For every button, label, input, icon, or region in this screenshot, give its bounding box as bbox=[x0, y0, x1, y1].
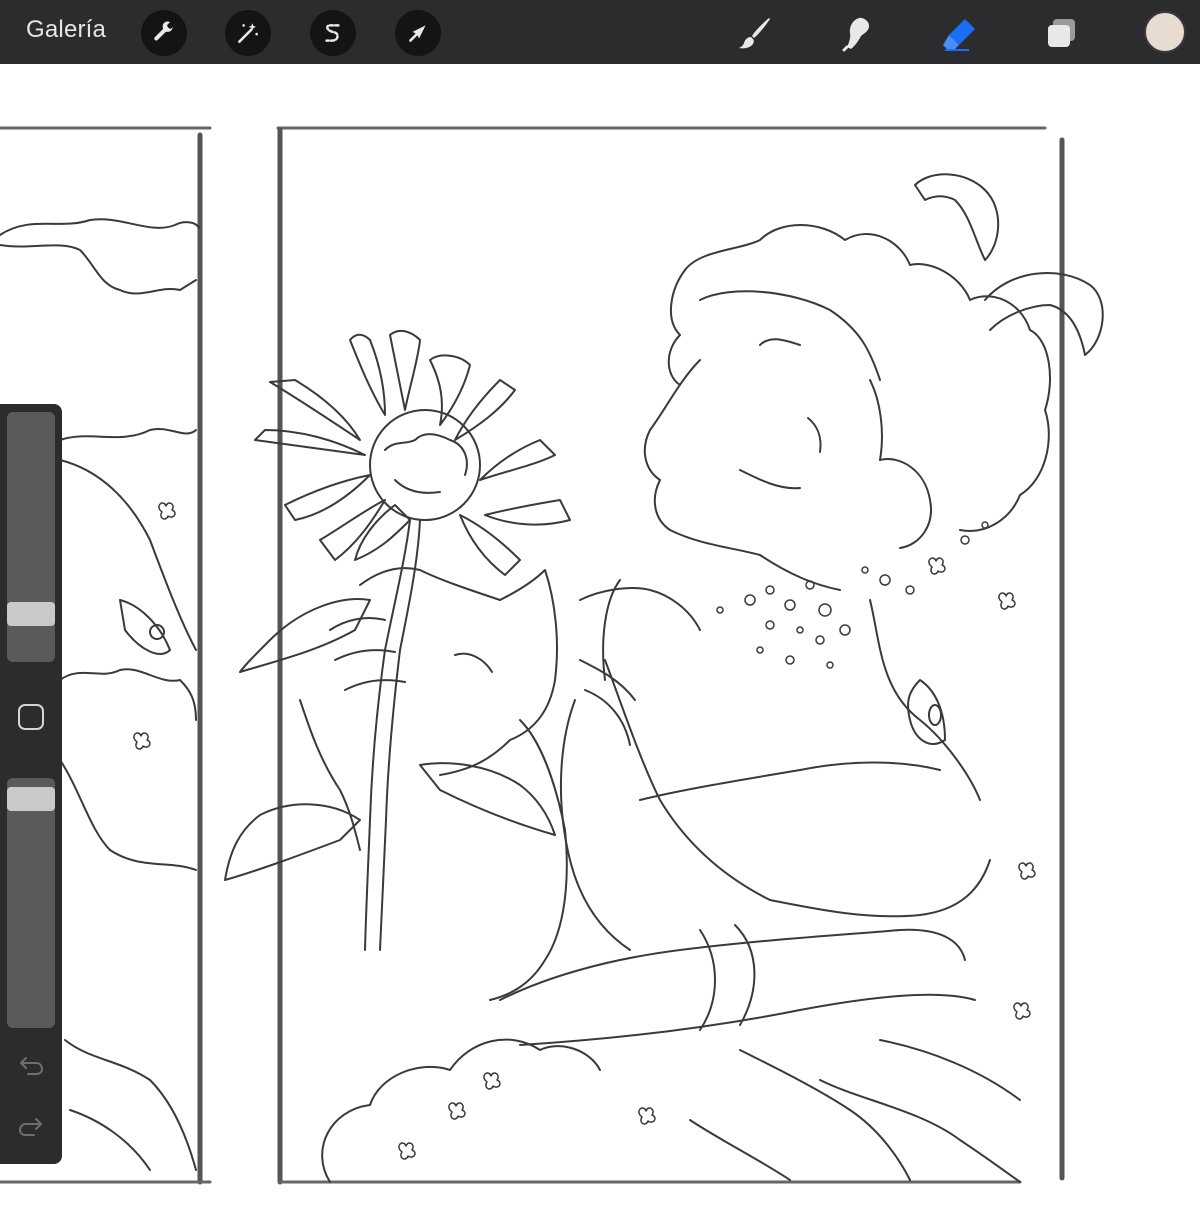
opacity-slider[interactable] bbox=[7, 778, 55, 1028]
transform-arrow-icon[interactable] bbox=[395, 10, 441, 56]
selection-s-icon[interactable] bbox=[310, 10, 356, 56]
undo-icon[interactable] bbox=[16, 1049, 46, 1079]
color-picker-swatch[interactable] bbox=[1144, 11, 1186, 53]
adjustments-magic-wand-icon[interactable] bbox=[225, 10, 271, 56]
redo-icon[interactable] bbox=[16, 1110, 46, 1140]
modify-button[interactable] bbox=[18, 704, 44, 730]
brush-size-slider-thumb[interactable] bbox=[7, 601, 55, 626]
drawing-canvas[interactable] bbox=[0, 64, 1200, 1219]
gallery-button[interactable]: Galería bbox=[26, 16, 106, 44]
line-art-illustration bbox=[0, 126, 1104, 1185]
opacity-slider-thumb[interactable] bbox=[7, 787, 55, 812]
brush-icon[interactable] bbox=[733, 12, 777, 54]
smudge-icon[interactable] bbox=[835, 12, 879, 54]
top-toolbar: Galería bbox=[0, 0, 1200, 64]
actions-wrench-icon[interactable] bbox=[141, 10, 187, 56]
left-sidebar bbox=[0, 404, 62, 1164]
eraser-icon[interactable] bbox=[937, 12, 981, 54]
layers-icon[interactable] bbox=[1040, 12, 1084, 54]
